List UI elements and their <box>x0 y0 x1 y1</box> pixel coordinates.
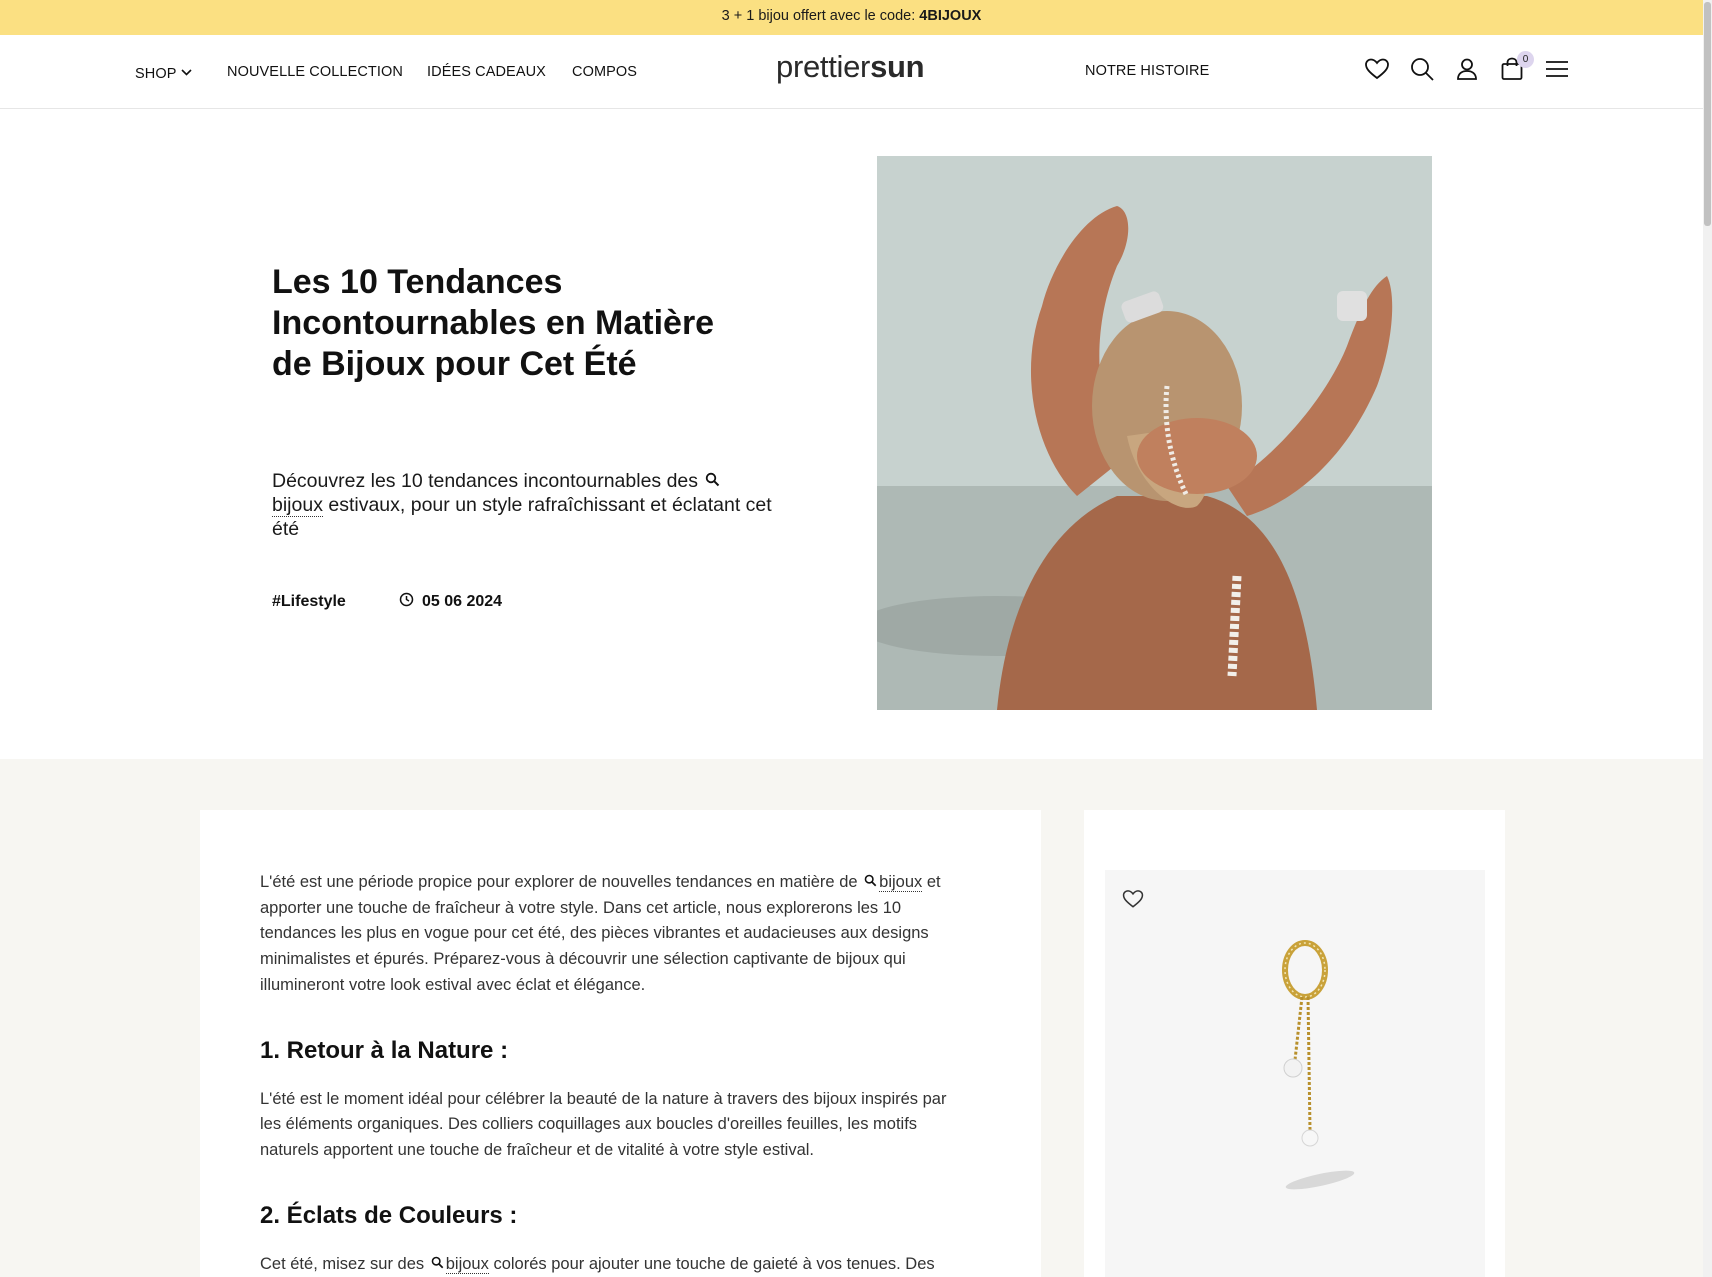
article-body: L'été est une période propice pour explo… <box>260 870 970 1277</box>
section-heading-1: 1. Retour à la Nature : <box>260 1036 509 1064</box>
page-scrollbar[interactable] <box>1703 0 1712 1277</box>
nav-notre-histoire[interactable]: NOTRE HISTOIRE <box>1085 63 1209 79</box>
intro-text-2: et apporter une touche de fraîcheur à vo… <box>260 873 941 994</box>
magnifier-icon <box>864 870 877 896</box>
scrollbar-thumb[interactable] <box>1704 2 1711 226</box>
keyword-link-bijoux[interactable]: bijoux <box>879 873 923 892</box>
product-card[interactable] <box>1105 870 1485 1277</box>
heart-icon[interactable] <box>1363 55 1391 83</box>
cart-count-badge: 0 <box>1517 51 1534 68</box>
clock-icon <box>399 592 414 612</box>
article-intro: L'été est une période propice pour explo… <box>260 870 970 999</box>
announcement-text: 3 + 1 bijou offert avec le code: <box>721 8 920 24</box>
desc-text-1: Découvrez les 10 tendances incontournabl… <box>272 470 704 492</box>
keyword-link-bijoux[interactable]: bijoux <box>445 1254 489 1274</box>
announcement-bar: 3 + 1 bijou offert avec le code: 4BIJOUX <box>0 0 1703 35</box>
p2-text-1: Cet été, misez sur des <box>260 1254 429 1273</box>
section-heading-2: 2. Éclats de Couleurs : <box>260 1201 518 1229</box>
site-logo[interactable]: prettiersun <box>776 49 925 85</box>
publish-date-text: 05 06 2024 <box>422 593 503 610</box>
menu-icon[interactable] <box>1543 55 1571 83</box>
search-icon[interactable] <box>1408 55 1436 83</box>
nav-compos[interactable]: COMPOS <box>572 64 637 80</box>
promo-code: 4BIJOUX <box>919 8 982 24</box>
earring-product-image <box>1282 940 1355 1190</box>
logo-light-part: prettier <box>776 49 871 84</box>
magnifier-icon <box>705 469 720 493</box>
desc-text-2: estivaux, pour un style rafraîchissant e… <box>272 494 772 540</box>
section-paragraph-2: Cet été, misez sur des bijoux colorés po… <box>260 1252 970 1277</box>
keyword-link-bijoux[interactable]: bijoux <box>272 494 323 517</box>
nav-shop[interactable]: SHOP <box>135 64 192 82</box>
p2-text-2: colorés pour ajouter une touche de gaiet… <box>488 1254 935 1273</box>
article-description: Découvrez les 10 tendances incontournabl… <box>272 469 772 541</box>
magnifier-icon <box>431 1252 444 1277</box>
article-title: Les 10 Tendances Incontournables en Mati… <box>272 263 715 383</box>
chevron-down-icon <box>180 64 192 80</box>
nav-shop-label: SHOP <box>135 66 177 82</box>
logo-bold-part: sun <box>870 49 925 84</box>
section-paragraph-1: L'été est le moment idéal pour célébrer … <box>260 1089 947 1159</box>
category-tag[interactable]: #Lifestyle <box>272 593 346 611</box>
hero-image <box>877 156 1432 710</box>
publish-date: 05 06 2024 <box>399 592 502 612</box>
user-icon[interactable] <box>1453 55 1481 83</box>
wishlist-heart-icon[interactable] <box>1121 887 1145 911</box>
site-header: SHOP NOUVELLE COLLECTION IDÉES CADEAUX C… <box>0 35 1703 109</box>
nav-idees-cadeaux[interactable]: IDÉES CADEAUX <box>427 64 546 80</box>
intro-text-1: L'été est une période propice pour explo… <box>260 873 863 891</box>
nav-nouvelle-collection[interactable]: NOUVELLE COLLECTION <box>227 64 403 80</box>
